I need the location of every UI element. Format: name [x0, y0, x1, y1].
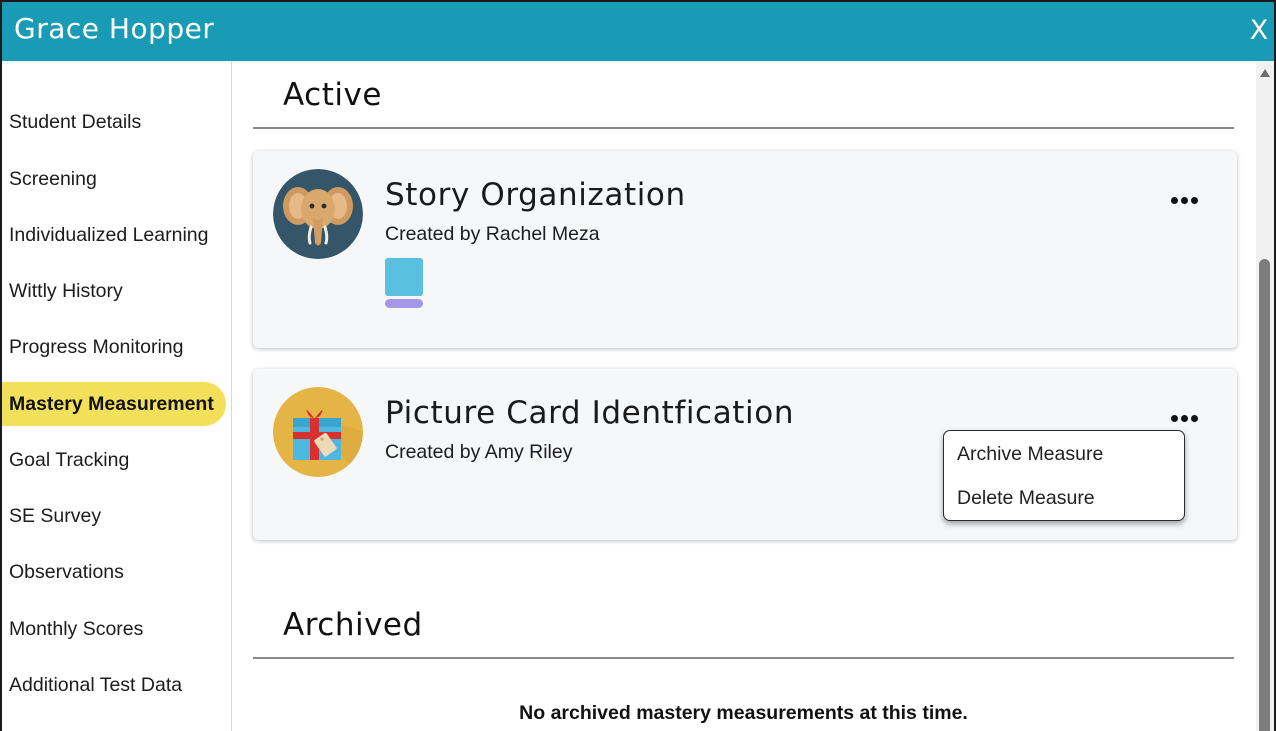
more-dot [1181, 197, 1188, 204]
measure-context-menu: Archive Measure Delete Measure [943, 430, 1185, 521]
sidebar-item-observations[interactable]: Observations [2, 550, 226, 594]
scroll-up-arrow-icon[interactable] [1260, 69, 1270, 77]
sidebar-item-wittly-history[interactable]: Wittly History [2, 269, 226, 313]
more-options-button[interactable] [1159, 403, 1211, 433]
measure-title: Story Organization [385, 177, 686, 213]
sidebar-nav: Student Details Screening Individualized… [2, 61, 232, 731]
active-heading: Active [283, 77, 382, 113]
more-dot [1181, 415, 1188, 422]
gift-icon [273, 387, 363, 477]
more-dot [1171, 415, 1178, 422]
sidebar-item-individualized-learning[interactable]: Individualized Learning [2, 213, 226, 257]
main-content: Active Story Organization Created by Rac… [233, 61, 1256, 731]
main-scrollbar[interactable] [1256, 61, 1274, 731]
measure-created-by: Created by Amy Riley [385, 441, 573, 463]
sidebar-item-student-details[interactable]: Student Details [2, 100, 226, 144]
active-section-header: Active [253, 61, 1234, 129]
sidebar-item-screening[interactable]: Screening [2, 157, 226, 201]
more-options-button[interactable] [1159, 185, 1211, 215]
archived-heading: Archived [283, 607, 423, 643]
more-dot [1191, 415, 1198, 422]
archived-empty-message: No archived mastery measurements at this… [519, 702, 968, 724]
archive-measure-menu-item[interactable]: Archive Measure [944, 432, 1184, 476]
archived-section-header: Archived [253, 591, 1234, 659]
student-name-title: Grace Hopper [14, 12, 215, 45]
tag-chip [385, 258, 423, 296]
sidebar-item-progress-monitoring[interactable]: Progress Monitoring [2, 325, 226, 369]
scrollbar-thumb[interactable] [1259, 259, 1270, 731]
tag-indicator [385, 299, 423, 308]
sidebar-item-mastery-measurement[interactable]: Mastery Measurement [2, 382, 226, 426]
close-button[interactable]: X [1246, 14, 1272, 48]
sidebar-item-monthly-scores[interactable]: Monthly Scores [2, 607, 226, 651]
measure-title: Picture Card Identfication [385, 395, 795, 431]
elephant-icon [273, 169, 363, 259]
window-header: Grace Hopper X [2, 2, 1274, 61]
more-dot [1171, 197, 1178, 204]
sidebar-item-additional-test-data[interactable]: Additional Test Data [2, 663, 226, 707]
more-dot [1191, 197, 1198, 204]
sidebar-item-se-survey[interactable]: SE Survey [2, 494, 226, 538]
delete-measure-menu-item[interactable]: Delete Measure [944, 476, 1184, 520]
measure-created-by: Created by Rachel Meza [385, 223, 600, 245]
measure-card: Story Organization Created by Rachel Mez… [253, 151, 1237, 348]
sidebar-item-goal-tracking[interactable]: Goal Tracking [2, 438, 226, 482]
student-window: Grace Hopper X Student Details Screening… [0, 0, 1276, 731]
